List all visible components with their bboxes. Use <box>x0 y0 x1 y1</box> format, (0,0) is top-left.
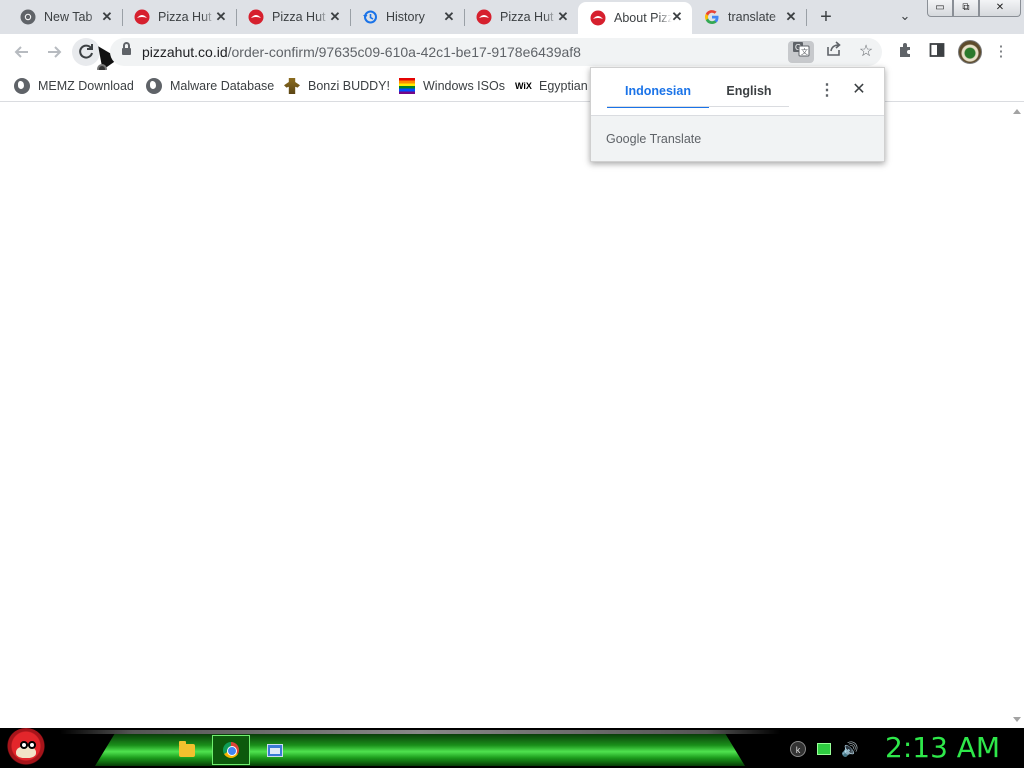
page-content[interactable] <box>0 103 1010 728</box>
volume-tray-icon[interactable]: 🔊 <box>841 741 858 757</box>
scroll-up-arrow-icon[interactable] <box>1013 109 1021 114</box>
taskbar-clock[interactable]: 2:13 AM <box>885 731 1000 764</box>
url-text[interactable]: pizzahut.co.id/order-confirm/97635c09-61… <box>142 44 581 60</box>
close-tab-icon[interactable]: ✕ <box>442 10 456 24</box>
tab-title: translate <box>728 10 776 24</box>
bookmark-label: Windows ISOs <box>423 79 505 93</box>
google-icon <box>704 9 720 25</box>
side-panel-icon[interactable] <box>926 41 948 63</box>
bookmark-label: Egyptian <box>539 79 588 93</box>
close-tab-icon[interactable]: ✕ <box>214 10 228 24</box>
address-bar[interactable]: pizzahut.co.id/order-confirm/97635c09-61… <box>110 38 882 66</box>
profile-avatar[interactable] <box>958 40 982 64</box>
bookmark-memz-download[interactable]: MEMZ Download <box>14 76 134 96</box>
bookmark-label: Bonzi BUDDY! <box>308 79 390 93</box>
close-tab-icon[interactable]: ✕ <box>100 10 114 24</box>
tab-pizza-hut-2[interactable]: Pizza Hut ✕ <box>236 0 350 34</box>
minimize-button[interactable]: ▭ <box>927 0 953 17</box>
source-language-tab[interactable]: Indonesian <box>607 82 709 108</box>
extensions-icon[interactable] <box>895 41 917 63</box>
close-tab-icon[interactable]: ✕ <box>328 10 342 24</box>
translate-options-icon[interactable]: ⋮ <box>819 82 835 100</box>
tab-strip: New Tab ✕ Pizza Hut ✕ Pizza Hut ✕ Histor… <box>0 0 1024 34</box>
toolbar: pizzahut.co.id/order-confirm/97635c09-61… <box>0 34 1024 74</box>
back-button[interactable] <box>12 42 32 62</box>
tab-title: Pizza Hut <box>500 10 554 24</box>
forward-arrow-icon <box>48 46 62 58</box>
network-tray-icon[interactable] <box>817 743 831 755</box>
tab-title: New Tab <box>44 10 93 24</box>
svg-text:文: 文 <box>801 47 808 56</box>
pizza-hut-icon <box>248 9 264 25</box>
forward-button[interactable] <box>44 42 64 62</box>
new-tab-button[interactable]: + <box>816 7 836 27</box>
url-domain: pizzahut.co.id <box>142 44 228 60</box>
more-menu-icon[interactable]: ⋮ <box>990 41 1012 63</box>
globe-icon <box>146 78 162 94</box>
close-bubble-icon[interactable]: ✕ <box>850 81 868 99</box>
tab-divider <box>806 9 807 26</box>
bookmark-label: Malware Database <box>170 79 275 93</box>
bookmark-star-icon[interactable]: ☆ <box>853 41 879 63</box>
bookmark-egyptian[interactable]: WiX Egyptian <box>515 76 588 96</box>
folder-icon <box>179 740 195 757</box>
taskbar-rim <box>60 730 780 734</box>
translate-footer: Google Translate <box>591 115 884 161</box>
taskbar-window[interactable] <box>256 735 294 765</box>
chrome-icon <box>20 9 36 25</box>
tab-history[interactable]: History ✕ <box>350 0 464 34</box>
url-path: /order-confirm/97635c09-610a-42c1-be17-9… <box>227 44 581 60</box>
tab-pizza-hut-1[interactable]: Pizza Hut ✕ <box>122 0 236 34</box>
pizza-hut-icon <box>590 10 606 26</box>
start-button[interactable] <box>6 728 46 768</box>
lock-icon[interactable] <box>122 42 131 57</box>
tab-about-pizza-hut[interactable]: About Pizza ✕ <box>578 2 692 34</box>
back-arrow-icon <box>14 46 28 58</box>
wix-icon: WiX <box>515 81 532 91</box>
tab-title: History <box>386 10 425 24</box>
bookmark-label: MEMZ Download <box>38 79 134 93</box>
angry-bird-icon <box>20 741 28 749</box>
taskbar: k 🔊 2:13 AM <box>0 728 1024 768</box>
tab-new-tab[interactable]: New Tab ✕ <box>8 0 122 34</box>
restore-button[interactable]: ⧉ <box>953 0 979 17</box>
target-language-tab[interactable]: English <box>709 82 789 108</box>
close-tab-icon[interactable]: ✕ <box>784 10 798 24</box>
translate-icon[interactable]: G文 <box>788 41 814 63</box>
screen: New Tab ✕ Pizza Hut ✕ Pizza Hut ✕ Histor… <box>0 0 1024 768</box>
globe-icon <box>14 78 30 94</box>
scroll-down-arrow-icon[interactable] <box>1013 717 1021 722</box>
angry-bird-icon <box>28 741 36 749</box>
history-icon <box>362 9 378 25</box>
window-icon <box>267 743 283 757</box>
bookmark-bonzi-buddy[interactable]: Bonzi BUDDY! <box>284 76 390 96</box>
tab-title: Pizza Hut <box>158 10 212 24</box>
translate-bubble: Indonesian English ⋮ ✕ Google Translate <box>590 67 885 162</box>
tab-title: Pizza Hut <box>272 10 326 24</box>
bonzi-icon <box>284 78 300 94</box>
language-tray-icon[interactable]: k <box>790 741 806 757</box>
vertical-scrollbar[interactable] <box>1010 103 1024 728</box>
close-tab-icon[interactable]: ✕ <box>670 10 684 24</box>
taskbar-file-explorer[interactable] <box>168 735 206 765</box>
tab-title: About Pizza <box>614 11 672 25</box>
bookmark-windows-isos[interactable]: Windows ISOs <box>399 76 505 96</box>
google-translate-logo: Google Translate <box>606 132 702 146</box>
tab-pizza-hut-3[interactable]: Pizza Hut ✕ <box>464 0 578 34</box>
share-icon[interactable] <box>821 41 847 63</box>
tab-underline <box>607 106 789 107</box>
tab-search-icon[interactable]: ⌄ <box>896 8 914 26</box>
rainbow-flag-icon <box>399 78 415 94</box>
chrome-icon <box>223 742 239 758</box>
pizza-hut-icon <box>476 9 492 25</box>
pizza-hut-icon <box>134 9 150 25</box>
close-tab-icon[interactable]: ✕ <box>556 10 570 24</box>
close-window-button[interactable]: ✕ <box>979 0 1021 17</box>
taskbar-chrome[interactable] <box>212 735 250 765</box>
tab-translate[interactable]: translate ✕ <box>692 0 806 34</box>
bookmark-malware-database[interactable]: Malware Database <box>146 76 274 96</box>
window-controls: ▭ ⧉ ✕ <box>927 0 1021 18</box>
